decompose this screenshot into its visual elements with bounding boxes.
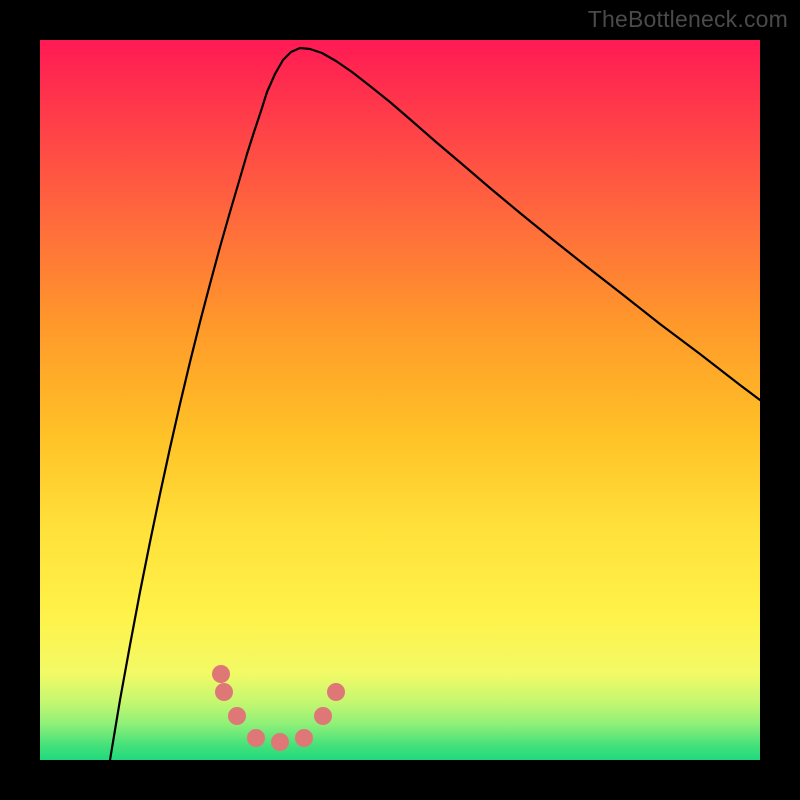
curve-marker: [212, 665, 230, 683]
curve-marker: [314, 707, 332, 725]
curve-marker: [327, 683, 345, 701]
curve-markers: [212, 665, 345, 751]
chart-container: TheBottleneck.com: [0, 0, 800, 800]
watermark-label: TheBottleneck.com: [588, 6, 788, 33]
curve-marker: [295, 729, 313, 747]
curve-marker: [247, 729, 265, 747]
plot-area: [40, 40, 760, 760]
curve-marker: [271, 733, 289, 751]
curve-layer: [40, 40, 760, 760]
curve-marker: [215, 683, 233, 701]
curve-marker: [228, 707, 246, 725]
bottleneck-curve: [110, 48, 760, 760]
